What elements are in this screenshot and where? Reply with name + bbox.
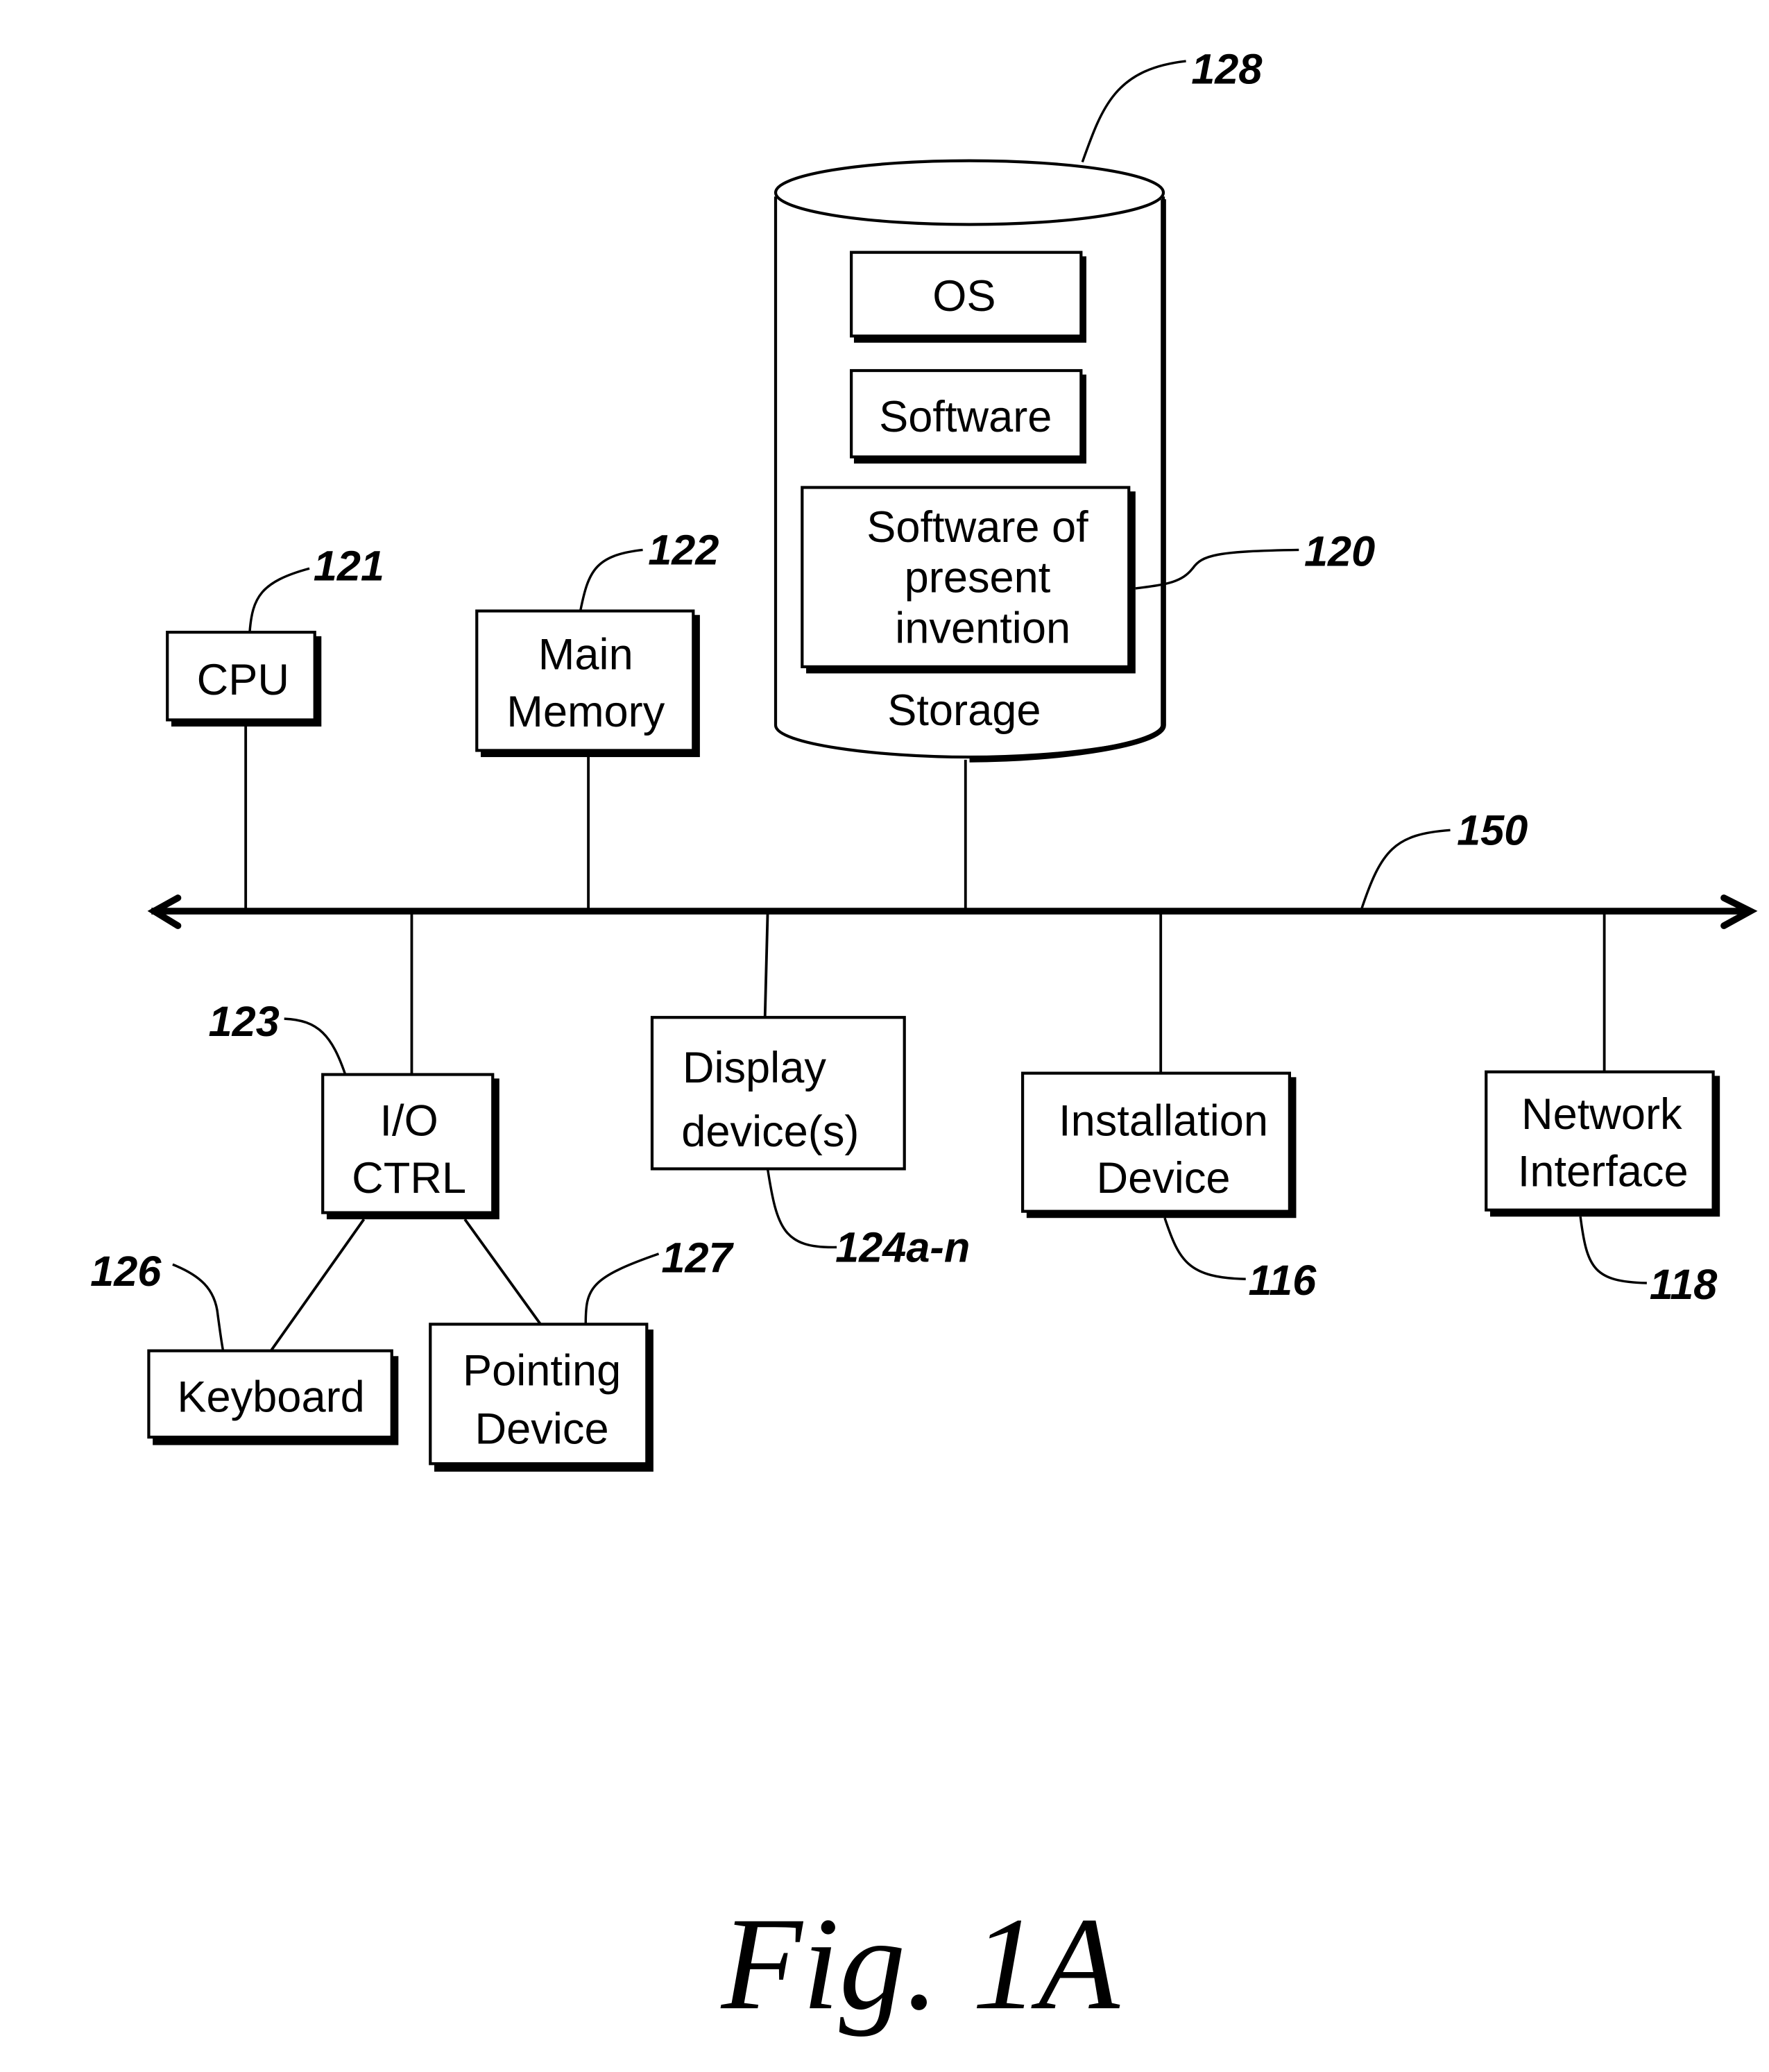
invention-line-1: Software of bbox=[866, 503, 1088, 552]
main-memory-line-1: Main bbox=[538, 631, 633, 679]
network-leader-line bbox=[1579, 1216, 1647, 1284]
main-memory-ref-label: 122 bbox=[648, 526, 719, 573]
main-memory-box: Main Memory 122 bbox=[475, 526, 719, 909]
main-memory-line-2: Memory bbox=[506, 688, 665, 736]
network-interface-box: Network Interface 118 bbox=[1485, 913, 1720, 1308]
pointing-ref-label: 127 bbox=[661, 1234, 734, 1282]
storage-cylinder: 128 Storage OS Software Software of pres… bbox=[774, 46, 1375, 909]
io-ctrl-line-1: I/O bbox=[380, 1097, 438, 1146]
software-label: Software bbox=[879, 393, 1052, 441]
storage-ref-label: 128 bbox=[1191, 46, 1262, 93]
io-ctrl-keyboard-connector bbox=[269, 1218, 366, 1352]
display-line-1: Display bbox=[683, 1044, 827, 1092]
invention-software-box: Software of present invention 120 bbox=[801, 486, 1375, 674]
io-ctrl-line-2: CTRL bbox=[352, 1154, 466, 1203]
display-box: Display device(s) 124a-n bbox=[650, 913, 970, 1271]
installation-leader-line bbox=[1163, 1217, 1246, 1281]
storage-leader-line bbox=[1081, 60, 1186, 163]
installation-line-1: Installation bbox=[1059, 1097, 1268, 1146]
pointing-line-1: Pointing bbox=[463, 1346, 621, 1395]
software-box: Software bbox=[850, 368, 1086, 464]
keyboard-label: Keyboard bbox=[177, 1373, 364, 1422]
network-line-2: Interface bbox=[1518, 1147, 1689, 1196]
pointing-line-2: Device bbox=[475, 1405, 609, 1454]
cpu-leader-line bbox=[248, 567, 310, 633]
installation-line-2: Device bbox=[1096, 1154, 1230, 1203]
pointing-device-box: Pointing Device 127 bbox=[429, 1234, 735, 1472]
invention-line-2: present bbox=[905, 554, 1051, 602]
installation-box: Installation Device 116 bbox=[1020, 913, 1317, 1304]
network-line-1: Network bbox=[1521, 1090, 1682, 1139]
invention-line-3: invention bbox=[895, 604, 1070, 652]
bus-leader-line bbox=[1360, 829, 1451, 910]
display-line-2: device(s) bbox=[681, 1107, 859, 1156]
cpu-ref-label: 121 bbox=[314, 542, 384, 589]
computer-system-diagram: 150 128 Storage OS Software Software of … bbox=[90, 46, 1758, 2037]
bus-ref-label: 150 bbox=[1457, 806, 1528, 854]
cpu-label: CPU bbox=[197, 656, 289, 704]
pointing-leader-line bbox=[584, 1252, 660, 1325]
cpu-box: CPU 121 bbox=[166, 542, 384, 909]
os-label: OS bbox=[932, 272, 995, 321]
os-box: OS bbox=[850, 250, 1086, 343]
network-ref-label: 118 bbox=[1650, 1261, 1718, 1308]
system-bus: 150 bbox=[147, 806, 1758, 929]
keyboard-ref-label: 126 bbox=[90, 1248, 162, 1295]
display-bus-connector bbox=[763, 913, 769, 1018]
io-ctrl-ref-label: 123 bbox=[209, 998, 280, 1045]
io-ctrl-leader-line bbox=[284, 1017, 347, 1076]
installation-ref-label: 116 bbox=[1249, 1257, 1317, 1304]
invention-ref-label: 120 bbox=[1304, 527, 1375, 575]
storage-cylinder-top bbox=[774, 159, 1165, 226]
figure-caption: Fig. 1A bbox=[720, 1890, 1120, 2037]
display-leader-line bbox=[766, 1169, 837, 1249]
storage-label: Storage bbox=[887, 686, 1041, 735]
io-ctrl-box: I/O CTRL 123 bbox=[209, 913, 542, 1352]
main-memory-leader-line bbox=[579, 548, 643, 611]
keyboard-box: Keyboard 126 bbox=[90, 1248, 399, 1445]
io-ctrl-pointing-connector bbox=[463, 1218, 542, 1325]
display-ref-label: 124a-n bbox=[835, 1223, 970, 1271]
keyboard-leader-line bbox=[172, 1263, 225, 1351]
